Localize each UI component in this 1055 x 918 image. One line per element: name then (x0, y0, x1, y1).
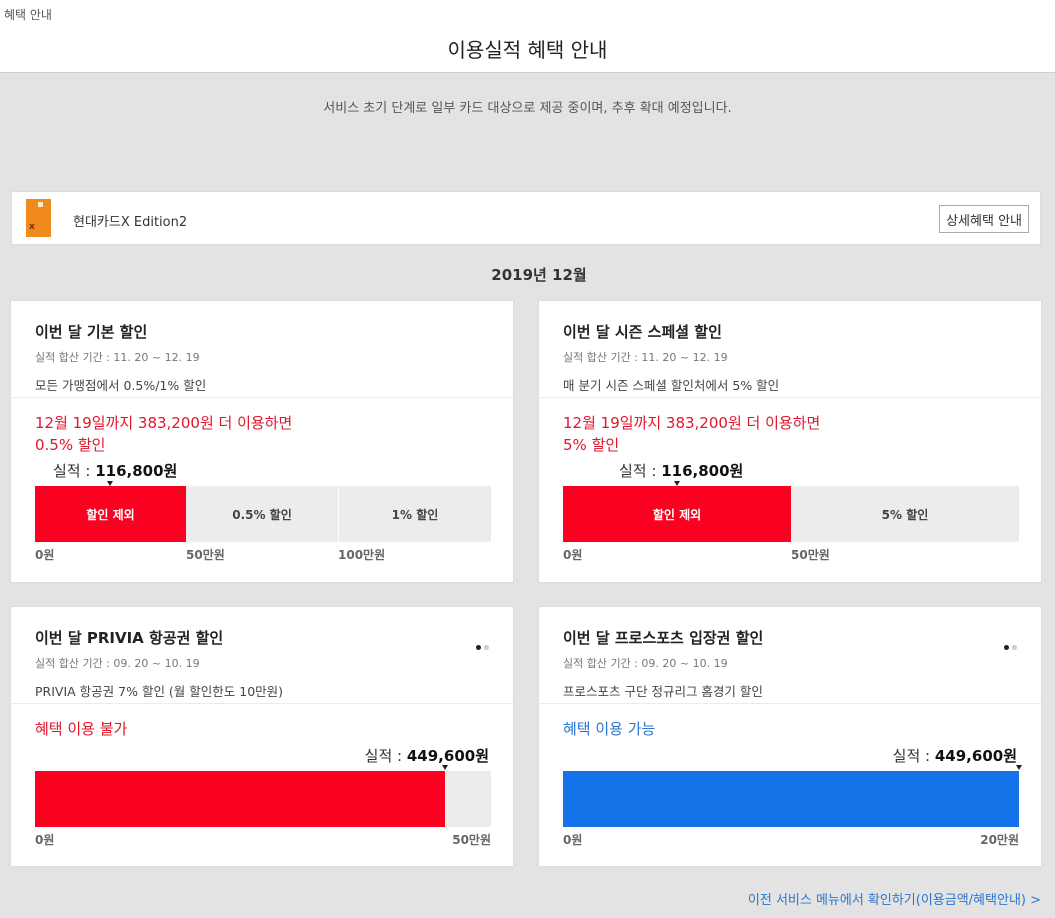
performance-prefix: 실적 : (619, 462, 662, 480)
card-info-bar: x 현대카드X Edition2 상세혜택 안내 (11, 191, 1041, 245)
progress-bar (35, 771, 491, 827)
page-dot-active[interactable] (1004, 645, 1009, 650)
discount-tier-bar: 할인 제외 5% 할인 (563, 486, 1019, 542)
panel-description: 매 분기 시즌 스페셜 할인처에서 5% 할인 (563, 378, 780, 393)
tick-label: 0원 (563, 833, 583, 847)
panel-title: 이번 달 기본 할인 (35, 323, 148, 341)
panel-header: 이번 달 기본 할인 실적 합산 기간 : 11. 20 ~ 12. 19 모든… (11, 301, 513, 398)
tab-label: 혜택 안내 (4, 8, 52, 22)
page-indicator[interactable] (1001, 635, 1017, 654)
panel-header: 이번 달 프로스포츠 입장권 할인 실적 합산 기간 : 09. 20 ~ 10… (539, 607, 1041, 704)
panel-period: 실적 합산 기간 : 09. 20 ~ 10. 19 (35, 657, 200, 670)
benefit-message-line2: 0.5% 할인 (35, 436, 106, 454)
privia-flight-panel: 이번 달 PRIVIA 항공권 할인 실적 합산 기간 : 09. 20 ~ 1… (10, 606, 514, 867)
panel-period: 실적 합산 기간 : 11. 20 ~ 12. 19 (563, 351, 728, 364)
tick-label: 0원 (563, 548, 583, 562)
pro-sports-panel: 이번 달 프로스포츠 입장권 할인 실적 합산 기간 : 09. 20 ~ 10… (538, 606, 1042, 867)
performance-label: 실적 : 116,800원 (619, 460, 743, 481)
discount-tier-bar: 할인 제외 0.5% 할인 1% 할인 (35, 486, 491, 542)
season-special-panel: 이번 달 시즌 스페셜 할인 실적 합산 기간 : 11. 20 ~ 12. 1… (538, 300, 1042, 583)
benefit-message: 12월 19일까지 383,200원 더 이용하면 0.5% 할인 (35, 412, 292, 456)
month-title: 2019년 12월 (491, 266, 587, 284)
benefit-message-line1: 12월 19일까지 383,200원 더 이용하면 (35, 414, 293, 432)
benefit-message-line1: 12월 19일까지 383,200원 더 이용하면 (563, 414, 821, 432)
benefit-status: 혜택 이용 가능 (563, 720, 656, 738)
performance-prefix: 실적 : (364, 747, 407, 765)
bar-ticks: 0원 50만원 (35, 831, 491, 847)
tick-label: 0원 (35, 833, 55, 847)
panel-title: 이번 달 시즌 스페셜 할인 (563, 323, 722, 341)
tier-segment: 할인 제외 (563, 486, 791, 542)
top-bar: 혜택 안내 이용실적 혜택 안내 (0, 0, 1055, 73)
card-thumb-mark: x (29, 222, 35, 232)
tick-label: 20만원 (980, 833, 1019, 847)
performance-value: 449,600원 (406, 747, 489, 765)
performance-marker-icon (1016, 765, 1022, 770)
benefit-message: 12월 19일까지 383,200원 더 이용하면 5% 할인 (563, 412, 820, 456)
bar-ticks: 0원 20만원 (563, 831, 1019, 847)
bar-ticks: 0원 50만원 100만원 (35, 546, 491, 562)
panel-title: 이번 달 프로스포츠 입장권 할인 (563, 629, 764, 647)
bar-ticks: 0원 50만원 (563, 546, 1019, 562)
page-dot-active[interactable] (476, 645, 481, 650)
panel-title: 이번 달 PRIVIA 항공권 할인 (35, 629, 224, 647)
performance-label: 실적 : 449,600원 (365, 745, 489, 766)
page-indicator[interactable] (473, 635, 489, 654)
benefit-status: 혜택 이용 불가 (35, 720, 128, 738)
panel-description: PRIVIA 항공권 7% 할인 (월 할인한도 10만원) (35, 684, 284, 699)
card-thumbnail: x (26, 199, 51, 237)
tier-segment: 5% 할인 (881, 507, 929, 522)
service-notice: 서비스 초기 단계로 일부 카드 대상으로 제공 중이며, 추후 확대 예정입니… (323, 101, 732, 116)
tick-label: 50만원 (186, 548, 225, 562)
page-dot[interactable] (1012, 645, 1017, 650)
tier-segment: 0.5% 할인 (232, 507, 292, 522)
card-name: 현대카드X Edition2 (73, 215, 188, 230)
panel-period: 실적 합산 기간 : 11. 20 ~ 12. 19 (35, 351, 200, 364)
detail-benefit-button[interactable]: 상세혜택 안내 (939, 205, 1029, 233)
performance-value: 116,800원 (95, 462, 178, 480)
benefit-message-line2: 5% 할인 (563, 436, 620, 454)
card-chip-icon (38, 202, 43, 207)
tier-segment: 할인 제외 (35, 486, 186, 542)
panel-description: 모든 가맹점에서 0.5%/1% 할인 (35, 378, 207, 393)
performance-value: 116,800원 (661, 462, 744, 480)
panel-period: 실적 합산 기간 : 09. 20 ~ 10. 19 (563, 657, 728, 670)
panel-header: 이번 달 시즌 스페셜 할인 실적 합산 기간 : 11. 20 ~ 12. 1… (539, 301, 1041, 398)
panel-header: 이번 달 PRIVIA 항공권 할인 실적 합산 기간 : 09. 20 ~ 1… (11, 607, 513, 704)
previous-service-link[interactable]: 이전 서비스 메뉴에서 확인하기(이용금액/혜택안내) > (748, 889, 1041, 908)
performance-value: 449,600원 (934, 747, 1017, 765)
panel-description: 프로스포츠 구단 정규리그 홈경기 할인 (563, 684, 763, 699)
performance-prefix: 실적 : (53, 462, 96, 480)
tick-label: 100만원 (338, 548, 386, 562)
progress-fill (35, 771, 445, 827)
performance-label: 실적 : 449,600원 (893, 745, 1017, 766)
performance-prefix: 실적 : (892, 747, 935, 765)
tick-label: 50만원 (791, 548, 830, 562)
performance-label: 실적 : 116,800원 (53, 460, 177, 481)
progress-fill (563, 771, 1019, 827)
basic-discount-panel: 이번 달 기본 할인 실적 합산 기간 : 11. 20 ~ 12. 19 모든… (10, 300, 514, 583)
performance-marker-icon (442, 765, 448, 770)
tier-segment: 1% 할인 (338, 486, 491, 542)
tick-label: 0원 (35, 548, 55, 562)
page-title: 이용실적 혜택 안내 (447, 38, 608, 62)
page-dot[interactable] (484, 645, 489, 650)
progress-bar (563, 771, 1019, 827)
tick-label: 50만원 (452, 833, 491, 847)
